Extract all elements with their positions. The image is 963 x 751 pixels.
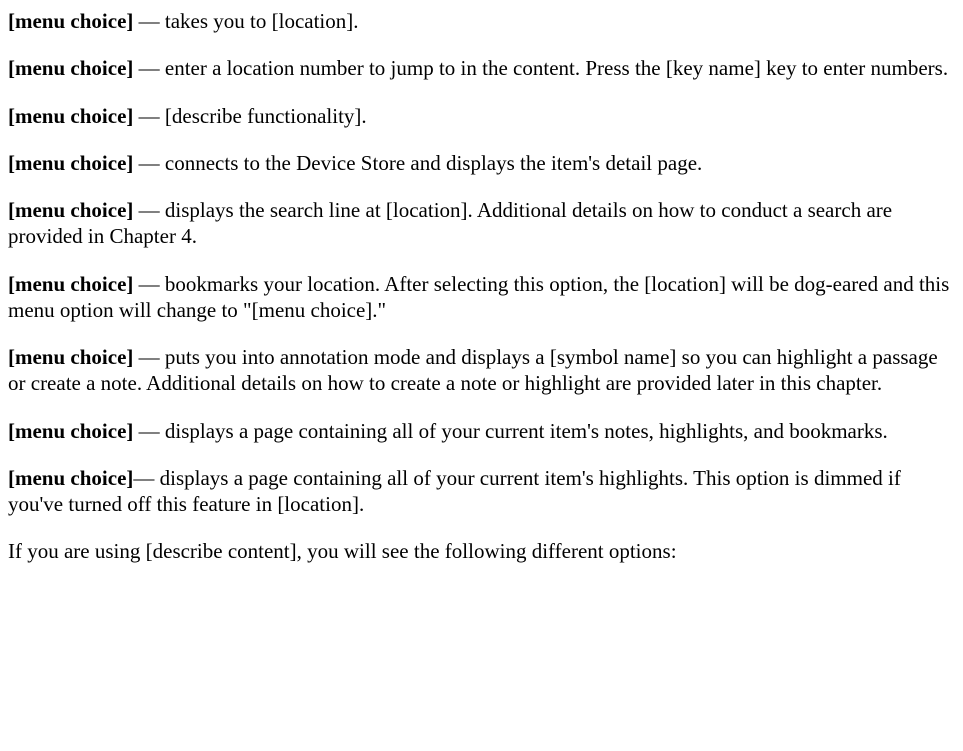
menu-choice-label: [menu choice] [8,345,133,369]
paragraph: [menu choice] — [describe functionality]… [8,103,955,129]
menu-choice-label: [menu choice] [8,198,133,222]
paragraph: If you are using [describe content], you… [8,538,955,564]
menu-choice-label: [menu choice] [8,9,133,33]
paragraph: [menu choice] — connects to the Device S… [8,150,955,176]
menu-choice-label: [menu choice] [8,419,133,443]
menu-choice-label: [menu choice] [8,56,133,80]
paragraph: [menu choice] — puts you into annotation… [8,344,955,397]
paragraph-text: If you are using [describe content], you… [8,539,677,563]
menu-choice-label: [menu choice] [8,104,133,128]
paragraph-text: — connects to the Device Store and displ… [133,151,702,175]
paragraph: [menu choice]— displays a page containin… [8,465,955,518]
paragraph-text: — displays the search line at [location]… [8,198,892,248]
paragraph-text: — enter a location number to jump to in … [133,56,948,80]
paragraph-text: — displays a page containing all of your… [133,419,887,443]
paragraph-text: — [describe functionality]. [133,104,366,128]
paragraph-text: — puts you into annotation mode and disp… [8,345,938,395]
paragraph: [menu choice] — displays a page containi… [8,418,955,444]
paragraph: [menu choice] — enter a location number … [8,55,955,81]
menu-choice-label: [menu choice] [8,272,133,296]
paragraph: [menu choice] — displays the search line… [8,197,955,250]
paragraph: [menu choice] — takes you to [location]. [8,8,955,34]
document-body: [menu choice] — takes you to [location].… [8,8,955,565]
paragraph: [menu choice] — bookmarks your location.… [8,271,955,324]
menu-choice-label: [menu choice] [8,466,133,490]
paragraph-text: — bookmarks your location. After selecti… [8,272,949,322]
paragraph-text: — takes you to [location]. [133,9,358,33]
menu-choice-label: [menu choice] [8,151,133,175]
paragraph-text: — displays a page containing all of your… [8,466,901,516]
